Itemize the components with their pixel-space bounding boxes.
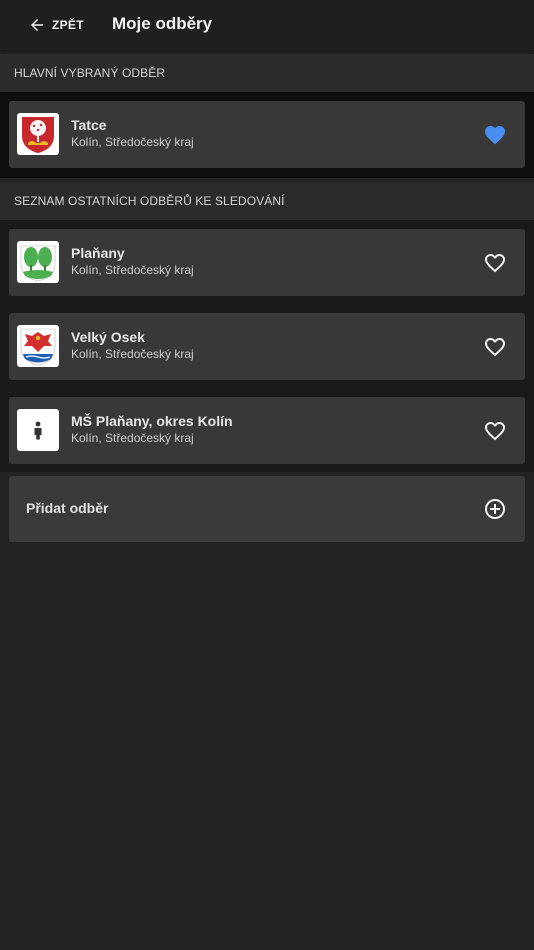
subscription-card-ms-planany[interactable]: MŠ Plaňany, okres Kolín Kolín, Středočes… bbox=[9, 397, 525, 464]
favorite-heart-outline-icon[interactable] bbox=[483, 335, 507, 359]
subscription-card-tatce[interactable]: Tatce Kolín, Středočeský kraj bbox=[9, 101, 525, 168]
app-root: ZPĚT Moje odběry HLAVNÍ VYBRANÝ ODBĚR Ta… bbox=[0, 0, 534, 950]
child-icon bbox=[17, 409, 59, 451]
others-section-title: SEZNAM OSTATNÍCH ODBĚRŮ KE SLEDOVÁNÍ bbox=[14, 194, 285, 208]
subscription-card-velky-osek[interactable]: Velký Osek Kolín, Středočeský kraj bbox=[9, 313, 525, 380]
arrow-left-icon bbox=[28, 16, 46, 34]
others-section-header: SEZNAM OSTATNÍCH ODBĚRŮ KE SLEDOVÁNÍ bbox=[0, 182, 534, 220]
favorite-heart-filled-icon[interactable] bbox=[483, 123, 507, 147]
planany-coat-of-arms-icon bbox=[17, 241, 59, 283]
back-button[interactable]: ZPĚT bbox=[28, 13, 84, 37]
card-title: MŠ Plaňany, okres Kolín bbox=[71, 413, 233, 429]
velky-osek-coat-of-arms-icon bbox=[17, 325, 59, 367]
card-title: Velký Osek bbox=[71, 329, 145, 345]
card-location: Kolín, Středočeský kraj bbox=[71, 431, 194, 445]
top-bar: ZPĚT Moje odběry bbox=[0, 0, 534, 50]
card-title: Plaňany bbox=[71, 245, 125, 261]
favorite-heart-outline-icon[interactable] bbox=[483, 419, 507, 443]
subscription-card-planany[interactable]: Plaňany Kolín, Středočeský kraj bbox=[9, 229, 525, 296]
add-subscription-label: Přidat odběr bbox=[26, 500, 109, 516]
card-location: Kolín, Středočeský kraj bbox=[71, 263, 194, 277]
add-circle-icon[interactable] bbox=[483, 497, 507, 521]
card-title: Tatce bbox=[71, 117, 107, 133]
add-subscription-button[interactable]: Přidat odběr bbox=[9, 476, 525, 542]
card-location: Kolín, Středočeský kraj bbox=[71, 347, 194, 361]
card-location: Kolín, Středočeský kraj bbox=[71, 135, 194, 149]
main-section-header: HLAVNÍ VYBRANÝ ODBĚR bbox=[0, 54, 534, 92]
favorite-heart-outline-icon[interactable] bbox=[483, 251, 507, 275]
main-section-title: HLAVNÍ VYBRANÝ ODBĚR bbox=[14, 66, 166, 80]
back-label: ZPĚT bbox=[52, 18, 84, 32]
page-title: Moje odběry bbox=[112, 14, 213, 33]
tatce-coat-of-arms-icon bbox=[17, 113, 59, 155]
